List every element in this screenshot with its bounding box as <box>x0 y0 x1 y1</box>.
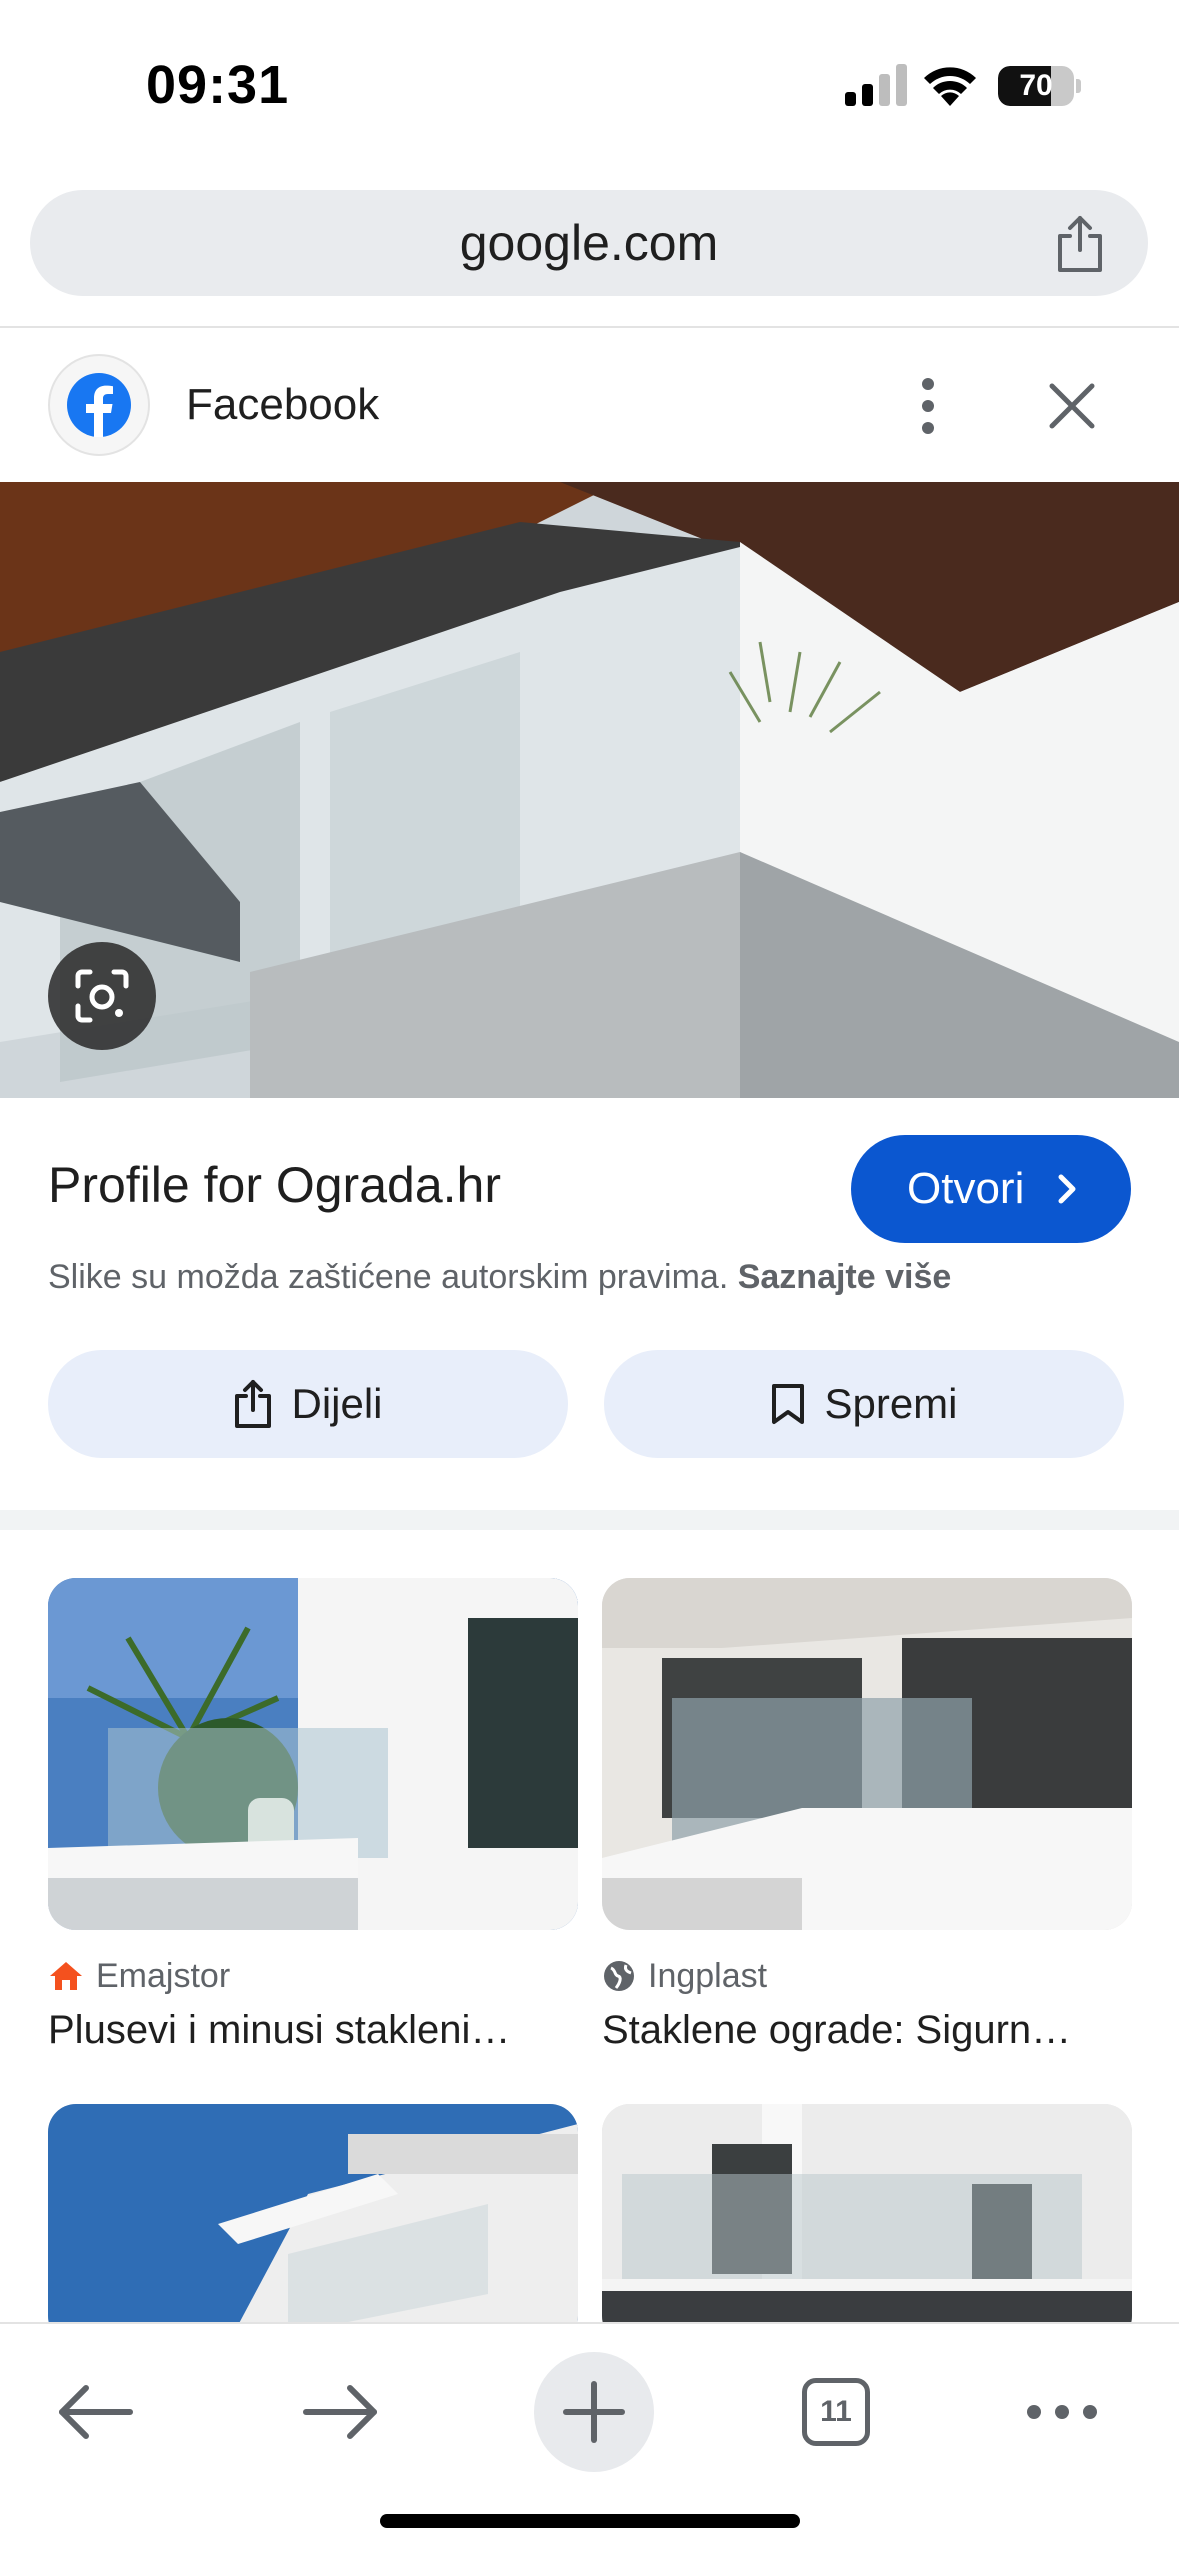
tabs-icon: 11 <box>802 2378 870 2446</box>
copyright-notice: Slike su možda zaštićene autorskim pravi… <box>48 1258 951 1297</box>
save-button[interactable]: Spremi <box>604 1350 1124 1458</box>
related-source-name: Ingplast <box>648 1956 768 1995</box>
close-icon[interactable] <box>1040 374 1104 438</box>
open-button-label: Otvori <box>907 1164 1025 1213</box>
home-indicator <box>380 2514 800 2528</box>
battery-level: 70 <box>1019 69 1053 102</box>
related-image[interactable] <box>48 1578 578 1930</box>
balcony-photo-palm <box>48 1578 578 1930</box>
preview-image[interactable] <box>0 482 1179 1098</box>
new-tab-button[interactable] <box>534 2352 654 2472</box>
tab-switcher-button[interactable]: 11 <box>776 2352 896 2472</box>
facebook-icon <box>67 373 131 437</box>
share-icon <box>235 1380 272 1428</box>
more-horizontal-icon <box>1027 2405 1097 2419</box>
plus-icon <box>563 2381 625 2443</box>
source-header: Facebook <box>0 330 1179 482</box>
share-button-label: Dijeli <box>291 1380 383 1427</box>
forward-button[interactable] <box>282 2352 402 2472</box>
cellular-signal-icon <box>845 64 907 106</box>
related-image[interactable] <box>602 2104 1132 2344</box>
related-source: Emajstor <box>48 1954 230 1998</box>
arrow-right-icon <box>303 2385 377 2439</box>
balcony-photo-glass <box>602 1578 1132 1930</box>
result-title: Profile for Ograda.hr <box>48 1157 501 1213</box>
home-icon <box>50 1962 82 1990</box>
copyright-text: Slike su možda zaštićene autorskim pravi… <box>48 1258 729 1296</box>
arrow-left-icon <box>59 2385 133 2439</box>
google-lens-button[interactable] <box>48 942 156 1050</box>
share-button[interactable]: Dijeli <box>48 1350 568 1458</box>
related-image[interactable] <box>48 2104 578 2344</box>
share-icon[interactable] <box>1052 214 1108 274</box>
learn-more-link[interactable]: Saznajte više <box>738 1258 952 1296</box>
related-result-card[interactable]: Ingplast Staklene ograde: Sigurn… <box>602 1578 1132 2058</box>
balcony-photo <box>0 482 1179 1098</box>
globe-icon <box>604 1961 634 1991</box>
status-bar: 09:31 70 <box>0 0 1179 170</box>
save-button-label: Spremi <box>824 1380 958 1427</box>
source-favicon <box>48 354 150 456</box>
more-options-icon[interactable] <box>900 370 956 442</box>
related-source: Ingplast <box>602 1954 767 1998</box>
tab-count: 11 <box>820 2395 852 2428</box>
related-title[interactable]: Plusevi i minusi stakleni… <box>48 2008 578 2053</box>
back-button[interactable] <box>34 2352 154 2472</box>
open-button[interactable]: Otvori <box>851 1135 1131 1243</box>
wifi-icon <box>924 67 976 106</box>
balcony-photo-corner <box>602 2104 1132 2344</box>
address-bar[interactable]: google.com <box>30 190 1148 296</box>
url-text[interactable]: google.com <box>30 190 1148 296</box>
related-source-name: Emajstor <box>96 1956 231 1995</box>
related-result-card[interactable] <box>602 2104 1132 2344</box>
status-time: 09:31 <box>146 55 290 115</box>
balcony-photo-modern <box>48 2104 578 2344</box>
chevron-right-icon <box>1058 1174 1076 1204</box>
bookmark-icon <box>772 1384 805 1424</box>
battery-indicator: 70 <box>998 66 1081 106</box>
related-image[interactable] <box>602 1578 1132 1930</box>
related-title[interactable]: Staklene ograde: Sigurn… <box>602 2008 1132 2053</box>
section-divider <box>0 1510 1179 1530</box>
lens-icon <box>75 969 129 1023</box>
related-result-card[interactable]: Emajstor Plusevi i minusi stakleni… <box>48 1578 578 2058</box>
divider <box>0 326 1179 328</box>
source-name[interactable]: Facebook <box>186 380 379 430</box>
menu-button[interactable] <box>1002 2352 1122 2472</box>
related-result-card[interactable] <box>48 2104 578 2344</box>
